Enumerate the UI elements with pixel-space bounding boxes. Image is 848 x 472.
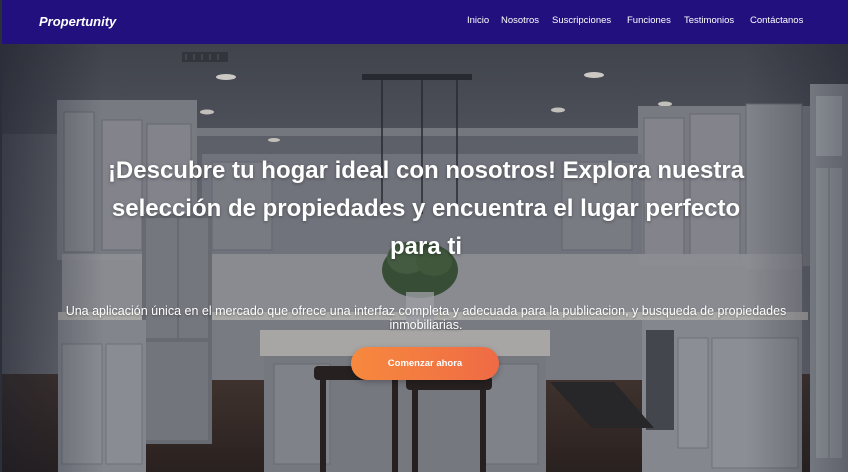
start-now-button[interactable]: Comenzar ahora	[351, 347, 499, 380]
nav-links: Inicio Nosotros Suscripciones Funciones …	[2, 15, 848, 29]
hero-section: ¡Descubre tu hogar ideal con nosotros! E…	[2, 44, 848, 472]
nav-link-testimonios[interactable]: Testimonios	[684, 15, 734, 26]
nav-link-funciones[interactable]: Funciones	[627, 15, 671, 26]
nav-link-suscripciones[interactable]: Suscripciones	[552, 15, 611, 26]
hero-title: ¡Descubre tu hogar ideal con nosotros! E…	[107, 157, 745, 260]
hero-description: Una aplicación única en el mercado que o…	[65, 304, 787, 332]
nav-link-inicio[interactable]: Inicio	[467, 15, 489, 26]
nav-link-contactanos[interactable]: Contáctanos	[750, 15, 803, 26]
top-navbar: Propertunity Inicio Nosotros Suscripcion…	[2, 0, 848, 44]
nav-link-nosotros[interactable]: Nosotros	[501, 15, 539, 26]
